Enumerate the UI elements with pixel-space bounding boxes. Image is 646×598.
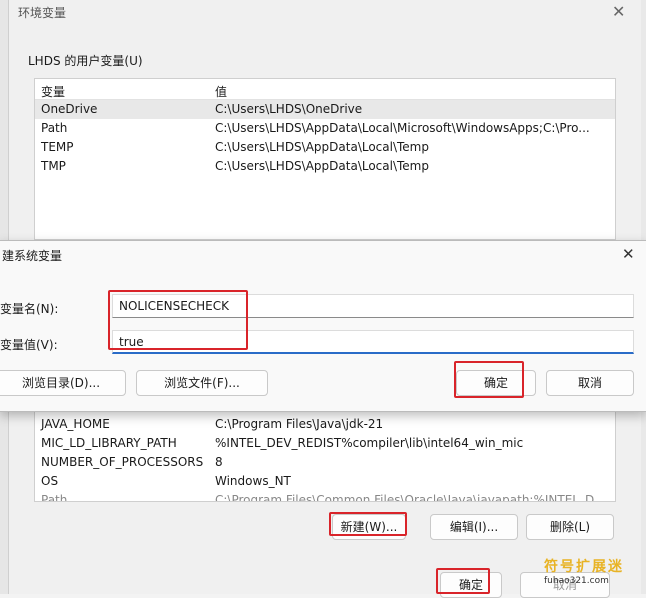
var-name: OS bbox=[41, 474, 59, 488]
var-value: 8 bbox=[215, 455, 223, 469]
new-var-cancel-button[interactable]: 取消 bbox=[546, 370, 634, 396]
watermark-text: 符号扩展迷 bbox=[544, 559, 624, 575]
edit-system-var-button[interactable]: 编辑(I)... bbox=[430, 514, 518, 540]
browse-file-button[interactable]: 浏览文件(F)... bbox=[136, 370, 268, 396]
var-value: C:\Users\LHDS\AppData\Local\Temp bbox=[215, 140, 429, 154]
var-name: Path bbox=[41, 493, 68, 502]
table-row[interactable]: Path C:\Users\LHDS\AppData\Local\Microso… bbox=[35, 119, 615, 138]
column-header-name[interactable]: 变量 bbox=[41, 83, 65, 100]
var-name: MIC_LD_LIBRARY_PATH bbox=[41, 436, 177, 450]
user-vars-group-label: LHDS 的用户变量(U) bbox=[28, 54, 143, 68]
system-variables-list[interactable]: JAVA_HOME C:\Program Files\Java\jdk-21 M… bbox=[34, 400, 616, 502]
close-icon[interactable]: ✕ bbox=[622, 245, 635, 263]
browse-directory-button[interactable]: 浏览目录(D)... bbox=[0, 370, 126, 396]
user-variables-list[interactable]: 变量 值 OneDrive C:\Users\LHDS\OneDrive Pat… bbox=[34, 78, 616, 240]
table-row[interactable]: Path C:\Program Files\Common Files\Oracl… bbox=[35, 491, 615, 502]
highlight-box bbox=[108, 290, 248, 350]
var-value: Windows_NT bbox=[215, 474, 291, 488]
var-value-label: 变量值(V): bbox=[0, 338, 58, 352]
list-header: 变量 值 bbox=[35, 79, 615, 100]
env-dialog-title: 环境变量 bbox=[18, 6, 67, 20]
table-row[interactable]: TEMP C:\Users\LHDS\AppData\Local\Temp bbox=[35, 138, 615, 157]
table-row[interactable]: JAVA_HOME C:\Program Files\Java\jdk-21 bbox=[35, 415, 615, 434]
watermark-logo: 符号扩展迷 fuhao321.com bbox=[544, 556, 634, 586]
var-name: TEMP bbox=[41, 140, 74, 154]
var-name: TMP bbox=[41, 159, 66, 173]
var-name: JAVA_HOME bbox=[41, 417, 110, 431]
var-value: %INTEL_DEV_REDIST%compiler\lib\intel64_w… bbox=[215, 436, 524, 450]
var-value: C:\Users\LHDS\OneDrive bbox=[215, 102, 363, 116]
table-row[interactable]: OS Windows_NT bbox=[35, 472, 615, 491]
table-row[interactable]: NUMBER_OF_PROCESSORS 8 bbox=[35, 453, 615, 472]
highlight-box bbox=[329, 512, 407, 536]
var-value: C:\Program Files\Common Files\Oracle\Jav… bbox=[215, 493, 606, 502]
table-row[interactable]: OneDrive C:\Users\LHDS\OneDrive bbox=[35, 100, 615, 119]
close-icon[interactable]: ✕ bbox=[612, 2, 625, 21]
var-value: C:\Program Files\Java\jdk-21 bbox=[215, 417, 384, 431]
var-name: OneDrive bbox=[41, 102, 98, 116]
var-name: NUMBER_OF_PROCESSORS bbox=[41, 455, 204, 469]
var-name-label: 变量名(N): bbox=[0, 302, 59, 316]
column-header-value[interactable]: 值 bbox=[215, 83, 227, 100]
watermark-url: fuhao321.com bbox=[544, 576, 609, 586]
delete-system-var-button[interactable]: 删除(L) bbox=[526, 514, 614, 540]
new-dialog-title: 建系统变量 bbox=[2, 249, 63, 263]
table-row[interactable]: MIC_LD_LIBRARY_PATH %INTEL_DEV_REDIST%co… bbox=[35, 434, 615, 453]
var-value: C:\Users\LHDS\AppData\Local\Temp bbox=[215, 159, 429, 173]
highlight-box bbox=[454, 361, 524, 398]
var-value: C:\Users\LHDS\AppData\Local\Microsoft\Wi… bbox=[215, 121, 590, 135]
var-name: Path bbox=[41, 121, 68, 135]
table-row[interactable]: TMP C:\Users\LHDS\AppData\Local\Temp bbox=[35, 157, 615, 176]
highlight-box bbox=[436, 568, 490, 594]
